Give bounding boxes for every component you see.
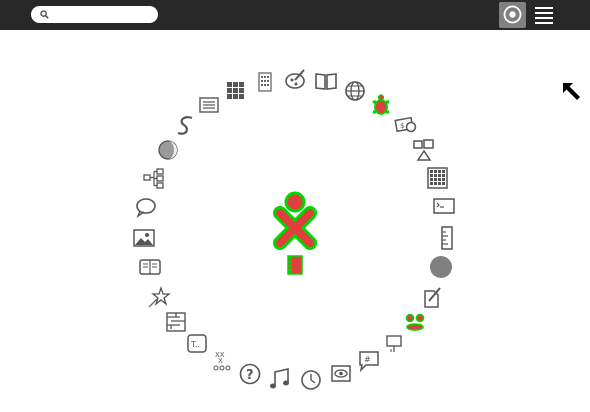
view-eye-icon	[331, 365, 351, 382]
search-input[interactable]	[53, 7, 151, 22]
mind-map-icon	[143, 168, 164, 189]
star-chart-icon	[148, 285, 171, 308]
measure-activity[interactable]	[433, 224, 461, 252]
memorize-grid-icon	[227, 82, 244, 99]
paint-activity[interactable]	[282, 66, 310, 94]
finance-icon: $	[394, 116, 417, 133]
gray-circle-icon	[430, 256, 452, 278]
gray-circle-activity[interactable]	[427, 253, 455, 281]
calculate-icon	[258, 72, 272, 92]
physics-activity[interactable]	[410, 136, 438, 164]
chat-bubble-icon	[136, 198, 156, 218]
help-activity[interactable]: ?	[236, 360, 264, 388]
journal-icon	[287, 255, 303, 275]
svg-text:X: X	[218, 357, 223, 365]
tictactoe-activity[interactable]: XX X	[208, 347, 236, 375]
svg-text:$: $	[400, 122, 404, 130]
search-box[interactable]	[31, 6, 158, 23]
maze-activity[interactable]	[162, 308, 190, 336]
measure-ruler-icon	[441, 226, 453, 250]
calculate-activity[interactable]	[251, 68, 279, 96]
search-icon	[40, 10, 49, 19]
chat-memo-activity[interactable]: #	[355, 347, 383, 375]
turtleart-activity[interactable]	[367, 92, 395, 120]
clock-activity[interactable]	[297, 366, 325, 394]
list-view-icon	[535, 7, 553, 24]
svg-text:T..: T..	[190, 340, 200, 349]
browse-activity[interactable]	[341, 77, 369, 105]
list-icon	[199, 97, 219, 113]
music-icon	[270, 367, 289, 389]
image-viewer-icon	[133, 229, 155, 247]
xo-owner-icon	[273, 191, 317, 250]
svg-text:#: #	[364, 355, 371, 364]
sudoku-activity[interactable]	[423, 164, 451, 192]
sudoku-grid-icon	[427, 167, 448, 189]
chat-activity[interactable]	[132, 193, 160, 221]
home-view-button[interactable]	[499, 2, 526, 28]
home-ring-view-icon	[503, 5, 522, 24]
finance-activity[interactable]: $	[392, 111, 420, 139]
presentation-icon	[386, 335, 402, 352]
moon-activity[interactable]	[154, 136, 182, 164]
chat-memo-icon: #	[359, 351, 379, 373]
moon-icon	[158, 140, 178, 160]
presentation-activity[interactable]	[380, 330, 408, 358]
terminal-activity[interactable]	[430, 192, 458, 220]
write-activity[interactable]	[418, 283, 446, 311]
read-activity[interactable]	[312, 67, 340, 95]
clock-icon	[301, 370, 321, 390]
top-frame-bar	[0, 0, 590, 30]
list-activity[interactable]	[195, 91, 223, 119]
paint-icon	[285, 69, 305, 89]
browse-icon	[345, 81, 365, 101]
help-icon: ?	[239, 363, 261, 385]
image-viewer-activity[interactable]	[130, 224, 158, 252]
memorize-activity[interactable]	[222, 77, 250, 105]
physics-icon	[413, 139, 434, 161]
read-icon	[315, 73, 337, 90]
tictactoe-icon: XX X	[213, 351, 231, 371]
journal-button[interactable]	[284, 254, 306, 276]
ebook-reader-icon	[139, 259, 161, 275]
ebook-reader-activity[interactable]	[136, 253, 164, 281]
mind-map-activity[interactable]	[140, 164, 168, 192]
list-view-button[interactable]	[533, 5, 555, 25]
owner-xo[interactable]	[266, 188, 324, 254]
arrow-cursor-icon	[563, 83, 580, 100]
maze-icon	[166, 312, 186, 332]
mouse-cursor	[560, 80, 584, 104]
star-chart-activity[interactable]	[145, 283, 173, 311]
svg-text:?: ?	[246, 368, 254, 383]
music-activity[interactable]	[266, 366, 294, 394]
write-icon	[424, 287, 441, 308]
terminal-icon	[433, 198, 455, 214]
view-slides-activity[interactable]	[327, 360, 355, 388]
turtleart-icon	[372, 94, 390, 115]
